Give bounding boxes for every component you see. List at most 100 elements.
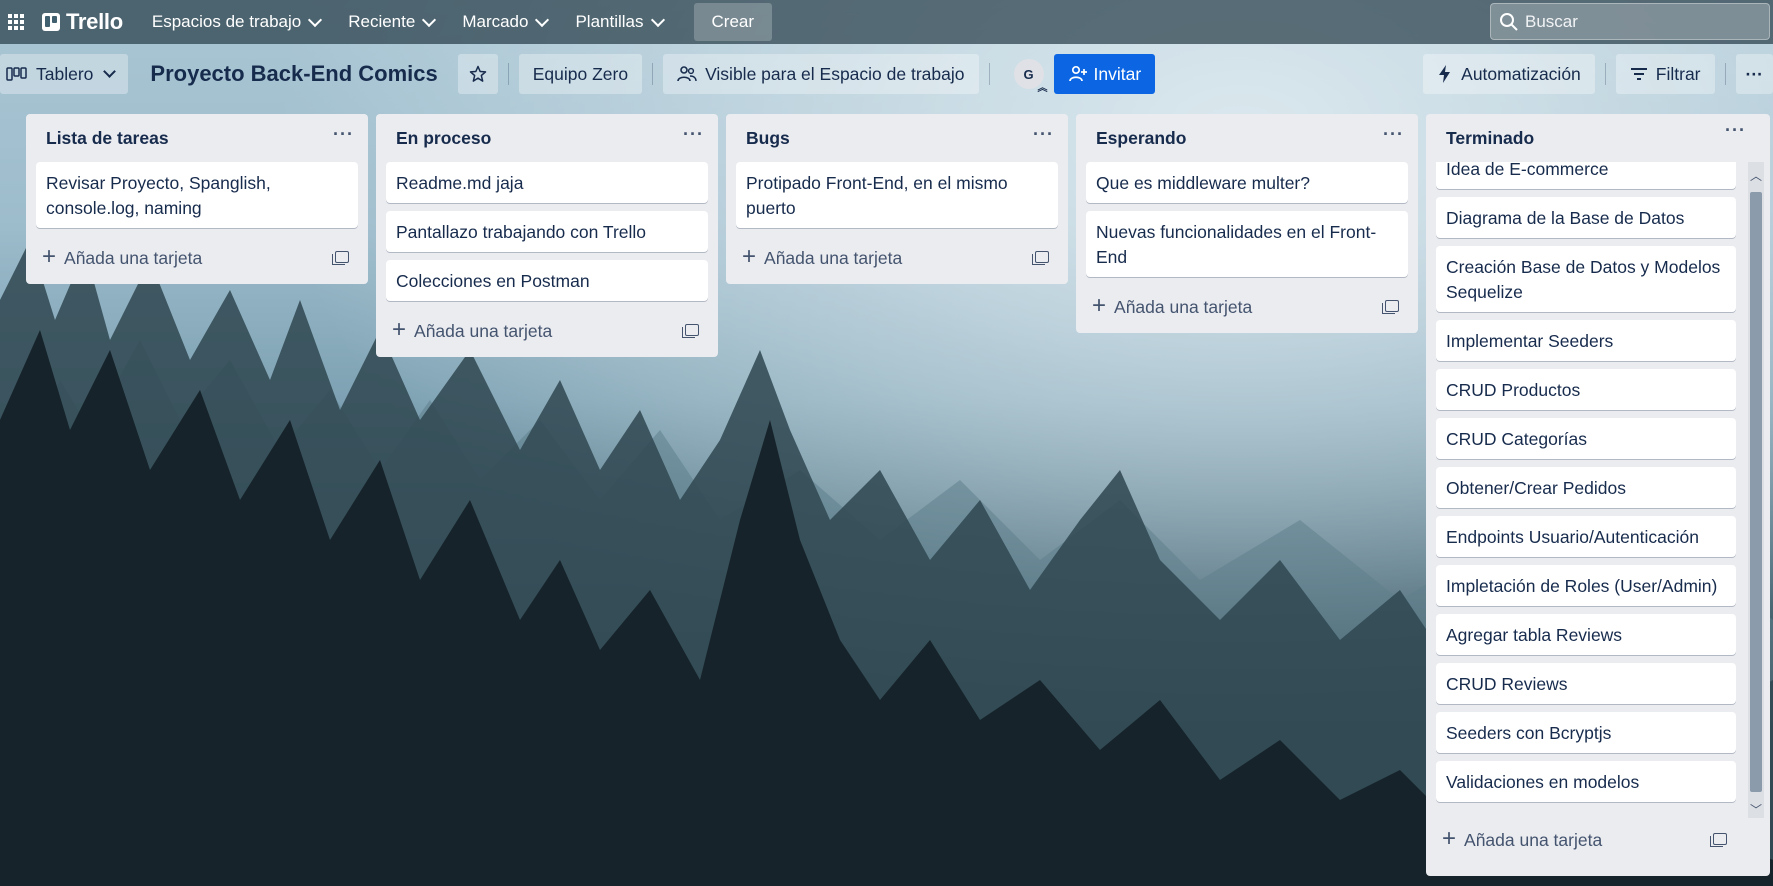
list-bugs: Bugs ··· Protipado Front-End, en el mism… bbox=[726, 114, 1068, 284]
add-card-button[interactable]: + Añada una tarjeta bbox=[42, 242, 203, 270]
card[interactable]: Protipado Front-End, en el mismo puerto bbox=[736, 162, 1058, 228]
card-template-icon[interactable] bbox=[682, 324, 699, 338]
add-card-label: Añada una tarjeta bbox=[64, 247, 203, 268]
card[interactable]: Revisar Proyecto, Spanglish, console.log… bbox=[36, 162, 358, 228]
add-card-row: + Añada una tarjeta bbox=[36, 236, 358, 280]
card[interactable]: Impletación de Roles (User/Admin) bbox=[1436, 565, 1736, 606]
automation-button[interactable]: Automatización bbox=[1423, 54, 1595, 94]
add-card-button[interactable]: + Añada una tarjeta bbox=[392, 315, 552, 343]
list-menu-icon[interactable]: ··· bbox=[333, 124, 358, 145]
plus-icon: + bbox=[392, 315, 407, 343]
plus-icon: + bbox=[742, 242, 757, 270]
board-view-label: Tablero bbox=[36, 63, 94, 84]
filter-label: Filtrar bbox=[1655, 63, 1701, 84]
card-template-icon[interactable] bbox=[332, 251, 349, 265]
add-card-button[interactable]: + Añada una tarjeta bbox=[742, 242, 902, 270]
star-board-button[interactable] bbox=[457, 54, 498, 94]
search-input[interactable] bbox=[1525, 11, 1755, 32]
card-template-icon[interactable] bbox=[1382, 300, 1399, 314]
invite-button[interactable]: Invitar bbox=[1053, 54, 1156, 94]
card[interactable]: Idea de E-commerce bbox=[1436, 162, 1736, 189]
filter-icon bbox=[1630, 68, 1647, 80]
more-icon: ··· bbox=[1745, 63, 1763, 84]
add-card-label: Añada una tarjeta bbox=[1464, 829, 1603, 850]
card[interactable]: Readme.md jaja bbox=[386, 162, 708, 203]
list-lista-de-tareas: Lista de tareas ··· Revisar Proyecto, Sp… bbox=[26, 114, 368, 284]
board-view-switcher[interactable]: Tablero bbox=[0, 54, 129, 94]
app-switcher-icon[interactable] bbox=[0, 0, 32, 44]
list-title[interactable]: Esperando bbox=[1096, 128, 1186, 149]
trello-logo[interactable]: Trello bbox=[42, 9, 123, 35]
board-menu-button[interactable]: ··· bbox=[1735, 54, 1773, 94]
card[interactable]: Endpoints Usuario/Autenticación bbox=[1436, 516, 1736, 557]
card[interactable]: CRUD Productos bbox=[1436, 369, 1736, 410]
header-divider bbox=[652, 63, 654, 85]
list-title[interactable]: En proceso bbox=[396, 128, 491, 149]
member-avatar[interactable]: G ︽ bbox=[1013, 59, 1048, 94]
card[interactable]: Obtener/Crear Pedidos bbox=[1436, 467, 1736, 508]
card[interactable]: Agregar tabla Reviews bbox=[1436, 614, 1736, 655]
workspace-button[interactable]: Equipo Zero bbox=[518, 54, 643, 94]
search-box[interactable] bbox=[1490, 3, 1770, 40]
nav-workspaces[interactable]: Espacios de trabajo bbox=[141, 4, 331, 40]
chevron-down-icon bbox=[422, 12, 437, 27]
card[interactable]: Colecciones en Postman bbox=[386, 260, 708, 301]
automation-label: Automatización bbox=[1461, 63, 1581, 84]
plus-icon: + bbox=[1092, 291, 1107, 319]
nav-templates[interactable]: Plantillas bbox=[564, 4, 673, 40]
scroll-up-arrow-icon[interactable]: ︿ bbox=[1748, 166, 1764, 184]
list-scrollbar[interactable]: ︿ ﹀ bbox=[1748, 162, 1764, 818]
card-template-icon[interactable] bbox=[1710, 833, 1727, 847]
board-header: Tablero Proyecto Back-End Comics Equipo … bbox=[0, 52, 1773, 96]
nav-workspaces-label: Espacios de trabajo bbox=[151, 12, 302, 31]
card[interactable]: CRUD Categorías bbox=[1436, 418, 1736, 459]
filter-button[interactable]: Filtrar bbox=[1615, 54, 1715, 94]
list-menu-icon[interactable]: ··· bbox=[1033, 124, 1058, 145]
list-menu-icon[interactable]: ··· bbox=[683, 124, 708, 145]
list-menu-icon[interactable]: ··· bbox=[1725, 120, 1750, 141]
nav-starred-label: Marcado bbox=[462, 12, 529, 31]
header-divider bbox=[1724, 63, 1726, 85]
invite-label: Invitar bbox=[1093, 63, 1142, 84]
card[interactable]: Implementar Seeders bbox=[1436, 320, 1736, 361]
chevron-down-icon bbox=[650, 12, 665, 27]
nav-recent[interactable]: Reciente bbox=[337, 4, 445, 40]
scroll-down-arrow-icon[interactable]: ﹀ bbox=[1748, 800, 1764, 818]
card[interactable]: Nuevas funcionalidades en el Front-End bbox=[1086, 211, 1408, 277]
add-card-row: + Añada una tarjeta bbox=[386, 309, 708, 353]
chevron-down-icon bbox=[308, 12, 323, 27]
list-terminado: Terminado ··· Idea de E-commerce Diagram… bbox=[1426, 114, 1770, 876]
nav-recent-label: Reciente bbox=[348, 12, 416, 31]
list-cards-scroll[interactable]: Idea de E-commerce Diagrama de la Base d… bbox=[1436, 162, 1742, 818]
card[interactable]: Pantallazo trabajando con Trello bbox=[386, 211, 708, 252]
add-card-label: Añada una tarjeta bbox=[1114, 296, 1253, 317]
create-button[interactable]: Crear bbox=[693, 3, 773, 41]
card[interactable]: Creación Base de Datos y Modelos Sequeli… bbox=[1436, 246, 1736, 312]
header-divider bbox=[1604, 63, 1606, 85]
list-title[interactable]: Terminado bbox=[1446, 128, 1534, 149]
card[interactable]: Que es middleware multer? bbox=[1086, 162, 1408, 203]
card[interactable]: Validaciones en modelos bbox=[1436, 761, 1736, 802]
card[interactable]: Seeders con Bcryptjs bbox=[1436, 712, 1736, 753]
list-title[interactable]: Bugs bbox=[746, 128, 790, 149]
plus-icon: + bbox=[1442, 824, 1457, 852]
chevron-down-icon bbox=[103, 65, 117, 78]
card-template-icon[interactable] bbox=[1032, 251, 1049, 265]
nav-starred[interactable]: Marcado bbox=[451, 4, 558, 40]
add-card-button[interactable]: + Añada una tarjeta bbox=[1442, 824, 1603, 852]
add-card-button[interactable]: + Añada una tarjeta bbox=[1092, 291, 1253, 319]
list-title[interactable]: Lista de tareas bbox=[46, 128, 169, 149]
grid-icon bbox=[8, 14, 24, 30]
add-card-row: + Añada una tarjeta bbox=[1436, 818, 1736, 862]
search-icon bbox=[1500, 12, 1518, 31]
plus-icon: + bbox=[42, 242, 57, 270]
admin-chevron-icon: ︽ bbox=[1037, 83, 1048, 94]
board-title[interactable]: Proyecto Back-End Comics bbox=[150, 61, 437, 87]
visibility-button[interactable]: Visible para el Espacio de trabajo bbox=[663, 54, 979, 94]
card[interactable]: CRUD Reviews bbox=[1436, 663, 1736, 704]
card[interactable]: Diagrama de la Base de Datos bbox=[1436, 197, 1736, 238]
scrollbar-thumb[interactable] bbox=[1750, 192, 1762, 792]
header-divider bbox=[507, 63, 509, 85]
list-menu-icon[interactable]: ··· bbox=[1383, 124, 1408, 145]
visibility-label: Visible para el Espacio de trabajo bbox=[705, 63, 965, 84]
